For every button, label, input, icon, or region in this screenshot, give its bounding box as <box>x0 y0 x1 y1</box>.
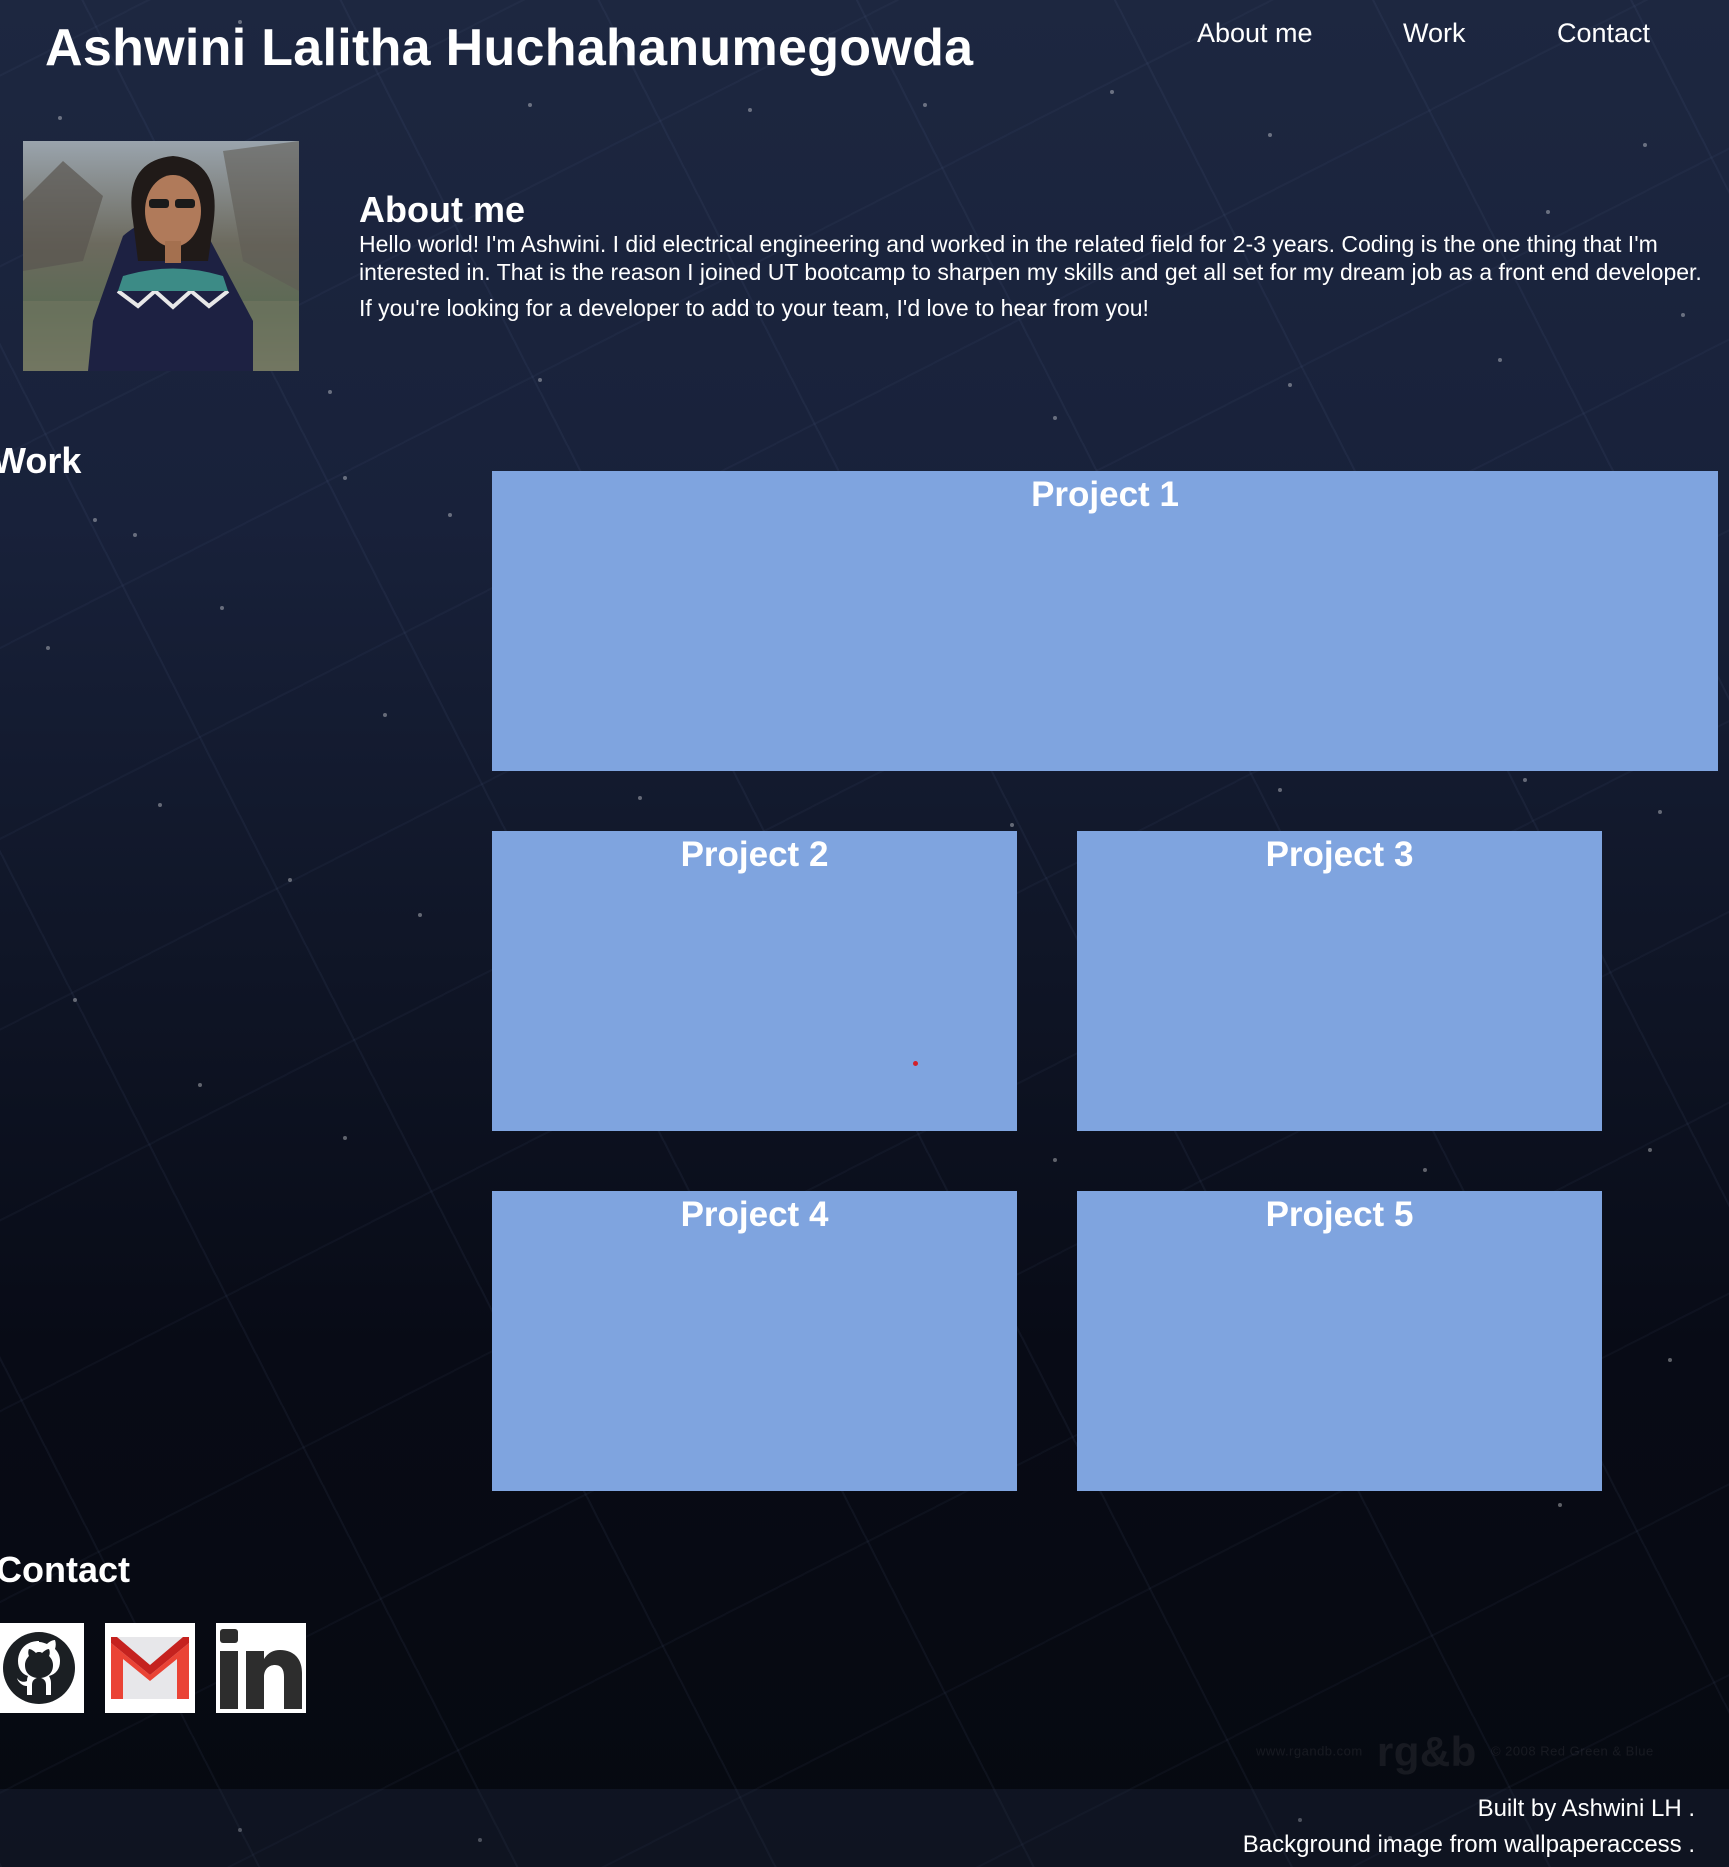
project-title: Project 4 <box>680 1195 829 1234</box>
project-title: Project 2 <box>680 835 829 874</box>
project-card-5[interactable]: Project 5 <box>1077 1191 1602 1491</box>
about-paragraph: Hello world! I'm Ashwini. I did electric… <box>359 231 1702 285</box>
footer-background-credit: Background image from wallpaperaccess . <box>1242 1831 1695 1858</box>
gmail-icon <box>105 1623 195 1713</box>
footer: Built by Ashwini LH . Background image f… <box>0 1789 1729 1867</box>
project-card-3[interactable]: Project 3 <box>1077 831 1602 1131</box>
github-icon <box>0 1623 84 1713</box>
watermark-logo: rg&b <box>1376 1728 1477 1775</box>
about-paragraph: If you're looking for a developer to add… <box>359 295 1149 321</box>
linkedin-link[interactable] <box>216 1623 306 1713</box>
contact-heading: Contact <box>0 1549 130 1590</box>
site-title: Ashwini Lalitha Huchahanumegowda <box>45 19 974 77</box>
watermark-url: www.rgandb.com <box>1256 1743 1363 1759</box>
nav-link-work[interactable]: Work <box>1403 18 1466 49</box>
profile-photo <box>23 141 299 371</box>
linkedin-icon <box>216 1623 306 1713</box>
nav-link-about[interactable]: About me <box>1197 18 1313 49</box>
project-card-2[interactable]: Project 2 <box>492 831 1017 1131</box>
watermark: www.rgandb.com rg&b © 2008 Red Green & B… <box>1256 1728 1654 1776</box>
work-heading: Work <box>0 440 82 481</box>
project-card-4[interactable]: Project 4 <box>492 1191 1017 1491</box>
footer-built-by: Built by Ashwini LH . <box>1477 1795 1695 1822</box>
project-card-1[interactable]: Project 1 <box>492 471 1718 771</box>
github-link[interactable] <box>0 1623 84 1713</box>
project-title: Project 3 <box>1265 835 1414 874</box>
nav-link-contact[interactable]: Contact <box>1557 18 1650 49</box>
watermark-copyright: © 2008 Red Green & Blue <box>1490 1743 1654 1759</box>
cursor-dot <box>913 1061 918 1066</box>
gmail-link[interactable] <box>105 1623 195 1713</box>
about-heading: About me <box>359 189 525 230</box>
project-title: Project 1 <box>1031 475 1179 514</box>
about-section: About me Hello world! I'm Ashwini. I did… <box>359 190 1719 330</box>
project-title: Project 5 <box>1265 1195 1414 1234</box>
